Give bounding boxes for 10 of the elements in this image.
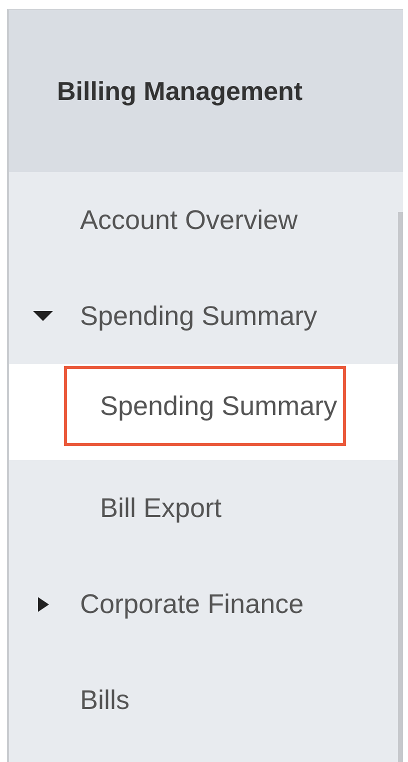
nav-item[interactable]: Spending Summary (80, 300, 318, 332)
nav-item[interactable]: Corporate Finance (80, 588, 304, 620)
scrollbar[interactable] (398, 212, 403, 762)
caret-icon[interactable] (33, 311, 53, 321)
sidebar-title: Billing Management (57, 76, 303, 106)
nav-item[interactable]: Bill Export (80, 492, 222, 524)
nav-item[interactable]: Spending Summary (64, 366, 346, 446)
caret-icon[interactable] (38, 596, 49, 612)
nav-item[interactable]: Bills (80, 684, 130, 716)
nav-item[interactable]: Account Overview (80, 204, 298, 236)
